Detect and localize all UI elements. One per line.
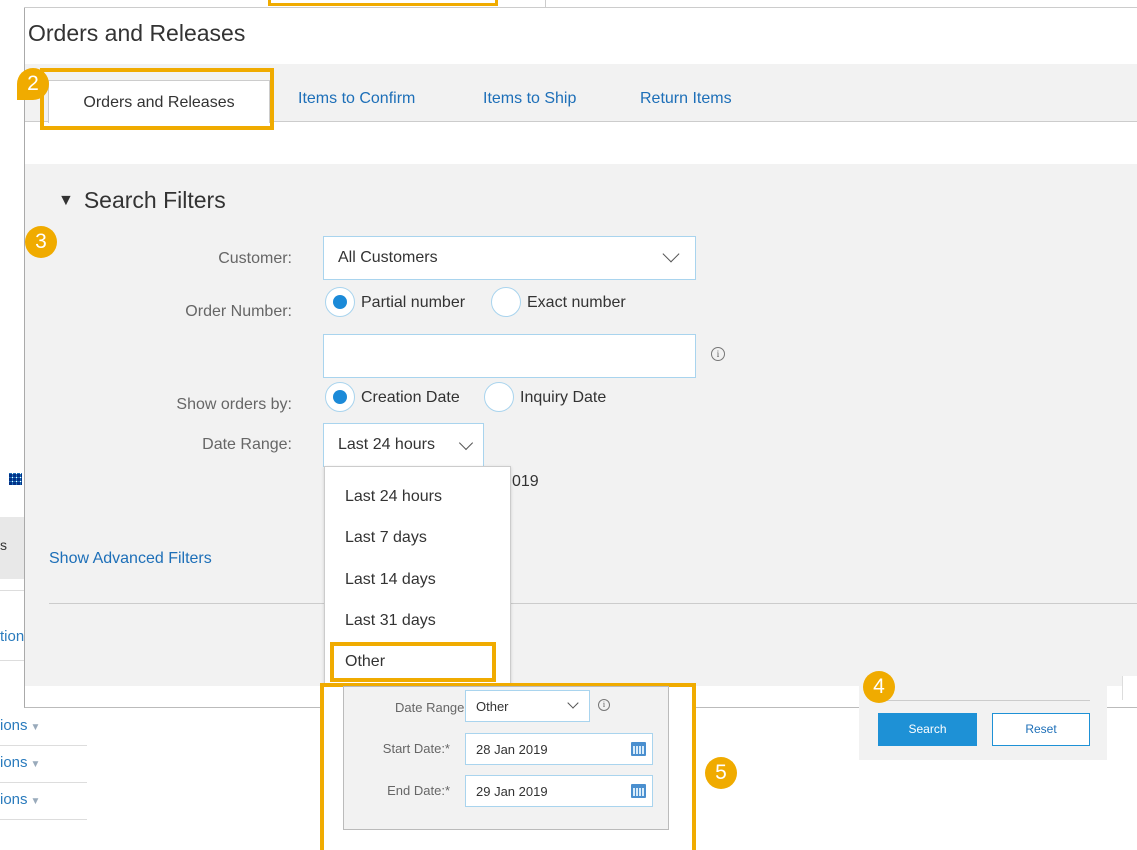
actions-link[interactable]: ions	[0, 754, 28, 771]
inset-date-range-value: Other	[476, 699, 509, 714]
end-date-value: 29 Jan 2019	[476, 784, 548, 799]
end-date-label: End Date:*	[387, 783, 450, 798]
background-actions-row[interactable]: ions ▼	[0, 783, 87, 820]
date-range-select[interactable]: Last 24 hours	[323, 423, 484, 467]
top-highlight	[268, 0, 498, 6]
collapse-triangle-icon: ▼	[58, 192, 74, 209]
dropdown-option-last-14-days[interactable]: Last 14 days	[345, 571, 436, 589]
show-orders-label: Show orders by:	[176, 396, 292, 413]
tab-items-to-confirm[interactable]: Items to Confirm	[298, 90, 415, 108]
dropdown-option-last-31-days[interactable]: Last 31 days	[345, 612, 436, 630]
start-date-value: 28 Jan 2019	[476, 742, 548, 757]
date-range-value: Last 24 hours	[338, 436, 435, 453]
customer-value: All Customers	[338, 249, 438, 266]
order-number-input[interactable]	[323, 334, 696, 378]
other-option-highlight	[330, 642, 496, 682]
caret-down-icon: ▼	[30, 759, 41, 770]
background-actions-row[interactable]: ions ▼	[0, 709, 87, 746]
calendar-icon[interactable]	[631, 742, 646, 756]
chevron-down-icon	[458, 435, 474, 451]
reset-button[interactable]: Reset	[992, 713, 1090, 746]
partial-date-text: 019	[512, 473, 539, 490]
order-number-label: Order Number:	[185, 303, 292, 320]
chevron-down-icon	[567, 697, 579, 709]
search-filters-toggle[interactable]: ▼ Search Filters	[58, 187, 226, 214]
dropdown-option-last-7-days[interactable]: Last 7 days	[345, 529, 427, 547]
start-date-label: Start Date:*	[382, 741, 450, 756]
step-badge-3: 3	[25, 226, 57, 258]
customer-select[interactable]: All Customers	[323, 236, 696, 280]
calendar-icon[interactable]	[631, 784, 646, 798]
exact-number-label: Exact number	[527, 294, 626, 311]
step-badge-5: 5	[705, 757, 737, 789]
step-badge-2: 2	[17, 68, 49, 100]
actions-link[interactable]: ions	[0, 717, 28, 734]
dropdown-option-last-24-hours[interactable]: Last 24 hours	[345, 488, 442, 506]
partial-number-radio[interactable]	[325, 287, 355, 317]
info-icon[interactable]: i	[711, 347, 725, 361]
tab-return-items[interactable]: Return Items	[640, 90, 732, 108]
background-tab-label: s	[0, 537, 7, 553]
inset-date-range-label: Date Range:	[395, 700, 468, 715]
actions-link[interactable]: ions	[0, 791, 28, 808]
search-filters-heading: Search Filters	[83, 187, 226, 213]
tab-items-to-ship[interactable]: Items to Ship	[483, 90, 576, 108]
creation-date-label: Creation Date	[361, 389, 460, 406]
inset-date-range-select[interactable]: Other	[465, 690, 590, 722]
start-date-input[interactable]: 28 Jan 2019	[465, 733, 653, 765]
background-actions-row[interactable]: ions ▼	[0, 746, 87, 783]
caret-down-icon: ▼	[30, 796, 41, 807]
date-range-label: Date Range:	[202, 436, 292, 453]
customer-label: Customer:	[218, 250, 292, 267]
search-button[interactable]: Search	[878, 713, 977, 746]
step-badge-4: 4	[863, 671, 895, 703]
end-date-input[interactable]: 29 Jan 2019	[465, 775, 653, 807]
show-advanced-filters-link[interactable]: Show Advanced Filters	[49, 550, 212, 568]
tab-highlight	[40, 68, 274, 130]
caret-down-icon: ▼	[30, 722, 41, 733]
chevron-down-icon	[662, 245, 680, 263]
info-icon[interactable]: i	[598, 699, 610, 711]
creation-date-radio[interactable]	[325, 382, 355, 412]
table-grid-icon[interactable]	[9, 473, 22, 485]
exact-number-radio[interactable]	[491, 287, 521, 317]
window-top-strip	[24, 0, 1137, 8]
inquiry-date-label: Inquiry Date	[520, 389, 607, 406]
inquiry-date-radio[interactable]	[484, 382, 514, 412]
page-title: Orders and Releases	[28, 20, 246, 46]
partial-number-label: Partial number	[361, 294, 466, 311]
